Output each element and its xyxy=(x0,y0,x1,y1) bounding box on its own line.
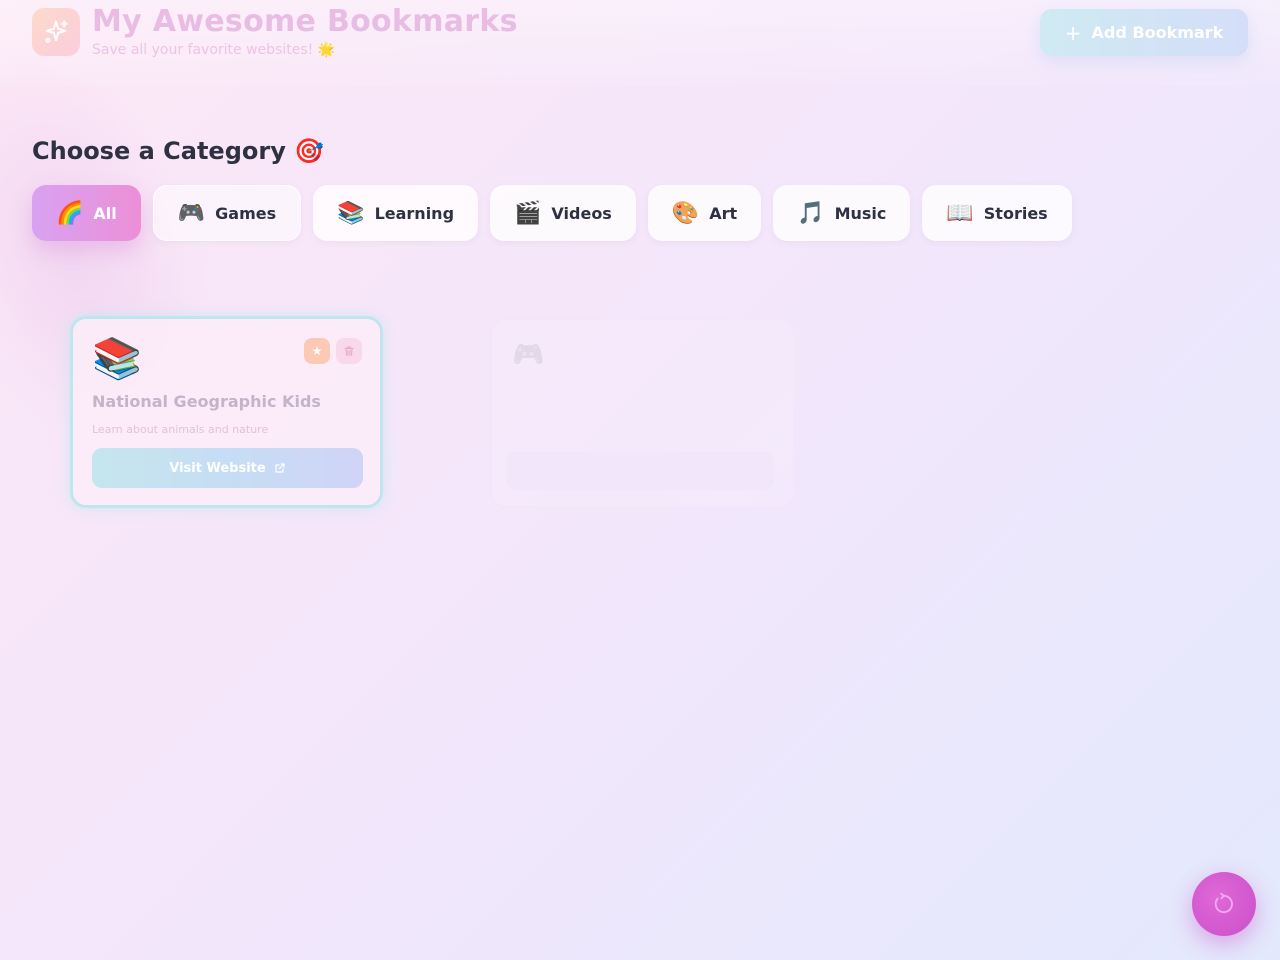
palette-icon: 🎨 xyxy=(671,200,700,226)
visit-website-button[interactable]: Visit Website xyxy=(92,448,363,488)
category-chip-art[interactable]: 🎨 Art xyxy=(647,185,762,241)
star-icon: ★ xyxy=(311,344,323,358)
clapperboard-icon: 🎬 xyxy=(514,200,542,226)
visit-website-label: Visit Website xyxy=(169,460,266,476)
category-chip-label: Learning xyxy=(374,203,455,223)
add-bookmark-label: Add Bookmark xyxy=(1091,23,1224,42)
books-icon: 📚 xyxy=(337,200,365,226)
books-icon: 📚 xyxy=(92,336,142,382)
delete-button[interactable] xyxy=(336,338,362,364)
bookmark-card-loading[interactable]: 🎮 xyxy=(490,318,795,508)
add-bookmark-button[interactable]: + Add Bookmark xyxy=(1040,9,1248,56)
bookmark-description: Learn about animals and nature xyxy=(92,423,269,436)
category-heading: Choose a Category 🎯 xyxy=(32,137,325,165)
open-book-icon: 📖 xyxy=(946,200,974,226)
category-chip-learning[interactable]: 📚 Learning xyxy=(313,185,479,241)
visit-website-button[interactable] xyxy=(506,452,774,490)
category-chip-music[interactable]: 🎵 Music xyxy=(773,185,911,241)
category-chip-stories[interactable]: 📖 Stories xyxy=(922,185,1072,241)
page-title: My Awesome Bookmarks xyxy=(92,4,518,39)
bookmark-title: National Geographic Kids xyxy=(92,392,321,411)
refresh-icon xyxy=(1214,892,1233,914)
category-chip-games[interactable]: 🎮 Games xyxy=(152,185,302,241)
category-chip-label: All xyxy=(93,203,117,223)
external-link-icon xyxy=(275,463,285,473)
category-chip-label: Music xyxy=(834,203,887,223)
gamepad-icon: 🎮 xyxy=(177,200,206,226)
favorite-button[interactable]: ★ xyxy=(304,338,330,364)
category-chip-label: Art xyxy=(709,203,738,223)
category-chip-videos[interactable]: 🎬 Videos xyxy=(490,185,636,241)
category-chip-all[interactable]: 🌈 All xyxy=(32,185,141,241)
trash-icon xyxy=(344,346,354,356)
bookmark-card[interactable]: 📚 ★ National Geographic Kids Learn about… xyxy=(70,316,383,508)
gamepad-icon: 🎮 xyxy=(512,340,545,370)
category-chip-label: Videos xyxy=(551,203,612,223)
music-note-icon: 🎵 xyxy=(797,200,825,226)
category-chip-label: Stories xyxy=(983,203,1048,223)
app-header: My Awesome Bookmarks Save all your favor… xyxy=(0,0,1280,86)
page-subtitle: Save all your favorite websites! 🌟 xyxy=(92,42,336,58)
floating-action-button[interactable] xyxy=(1192,872,1256,936)
category-chips: 🌈 All 🎮 Games 📚 Learning 🎬 Videos 🎨 Art … xyxy=(32,185,1072,241)
plus-icon: + xyxy=(1064,20,1082,45)
app-logo xyxy=(32,8,80,56)
rainbow-icon: 🌈 xyxy=(56,200,84,226)
category-chip-label: Games xyxy=(215,203,277,223)
sparkles-icon xyxy=(45,20,68,43)
